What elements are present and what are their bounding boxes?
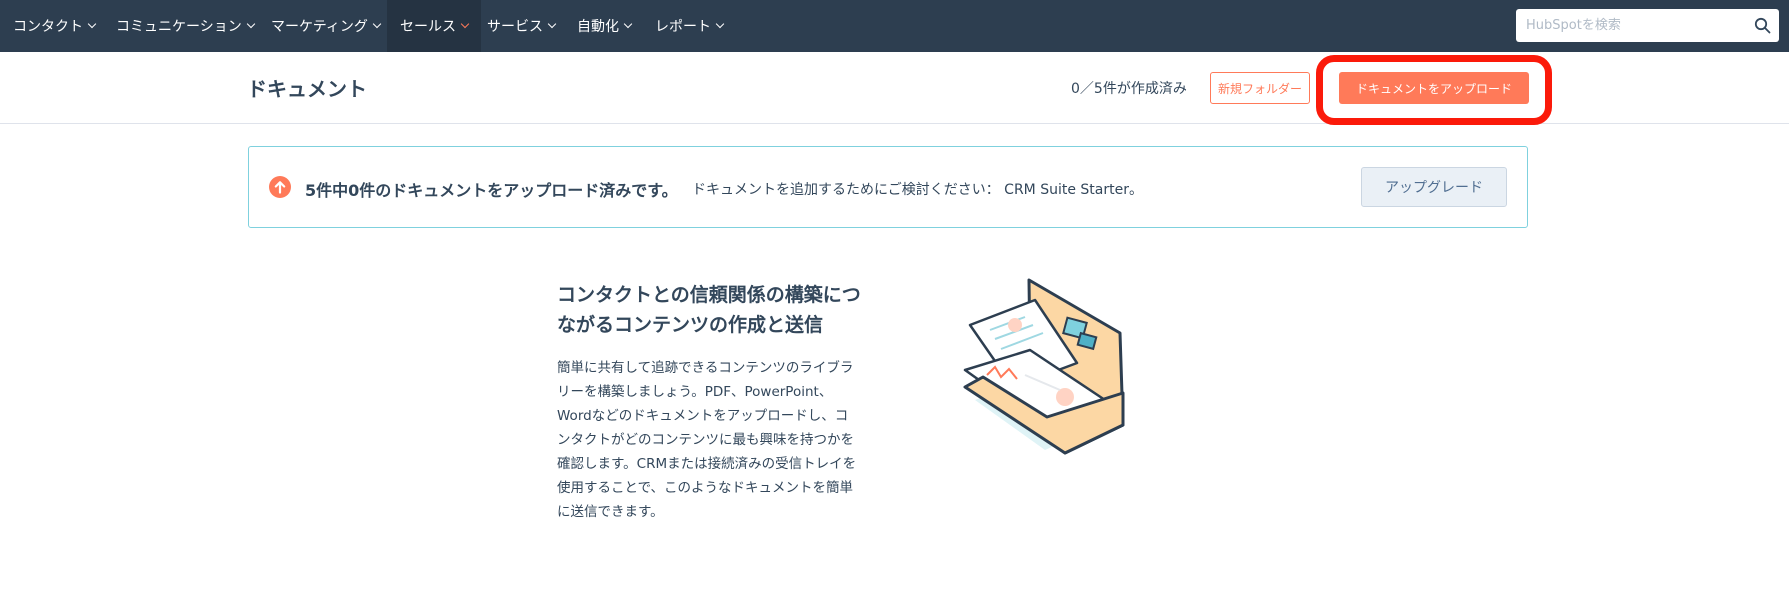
chevron-down-icon — [715, 19, 725, 29]
new-folder-button[interactable]: 新規フォルダー — [1210, 72, 1310, 104]
page-header: ドキュメント 0／5件が作成済み 新規フォルダー ドキュメントをアップロード — [0, 52, 1789, 124]
upload-document-button[interactable]: ドキュメントをアップロード — [1339, 72, 1529, 104]
page-title: ドキュメント — [247, 77, 367, 101]
top-navigation: コンタクト コミュニケーション マーケティング セールス サービス 自動化 レポ… — [0, 0, 1789, 52]
upload-arrow-icon — [269, 176, 291, 198]
document-count: 0／5件が作成済み — [1071, 81, 1187, 97]
upload-limit-banner: 5件中0件のドキュメントをアップロード済みです。 ドキュメントを追加するためにご… — [248, 146, 1528, 228]
nav-item-communications[interactable]: コミュニケーション — [103, 0, 267, 52]
nav-item-reports[interactable]: レポート — [642, 0, 736, 52]
banner-title: 5件中0件のドキュメントをアップロード済みです。 — [305, 181, 678, 200]
nav-item-label: マーケティング — [271, 19, 368, 35]
documents-folder-illustration — [963, 278, 1125, 455]
search-icon[interactable] — [1754, 17, 1771, 34]
upgrade-button[interactable]: アップグレード — [1361, 167, 1507, 207]
nav-item-label: サービス — [487, 19, 543, 35]
chevron-down-icon — [246, 19, 255, 29]
promo-body: 簡単に共有して追跡できるコンテンツのライブラリーを構築しましょう。PDF、Pow… — [557, 360, 857, 520]
nav-item-automation[interactable]: 自動化 — [564, 0, 644, 52]
nav-item-service[interactable]: サービス — [474, 0, 568, 52]
search-box — [1516, 9, 1779, 42]
chevron-down-icon — [87, 19, 97, 29]
promo-heading: コンタクトとの信頼関係の構築につながるコンテンツの作成と送信 — [557, 284, 861, 336]
nav-item-contacts[interactable]: コンタクト — [0, 0, 108, 52]
banner-description: ドキュメントを追加するためにご検討ください： CRM Suite Starter… — [692, 182, 1143, 198]
chevron-down-icon — [547, 19, 557, 29]
nav-item-label: コンタクト — [13, 19, 83, 35]
nav-item-sales[interactable]: セールス — [387, 0, 481, 52]
chevron-down-icon — [623, 19, 633, 29]
nav-item-label: セールス — [400, 19, 456, 35]
nav-item-label: 自動化 — [577, 19, 619, 35]
nav-item-label: コミュニケーション — [116, 19, 242, 35]
search-input[interactable] — [1516, 9, 1746, 42]
nav-item-marketing[interactable]: マーケティング — [258, 0, 393, 52]
chevron-down-icon — [372, 19, 382, 29]
chevron-down-icon — [460, 19, 470, 29]
nav-item-label: レポート — [655, 19, 711, 35]
